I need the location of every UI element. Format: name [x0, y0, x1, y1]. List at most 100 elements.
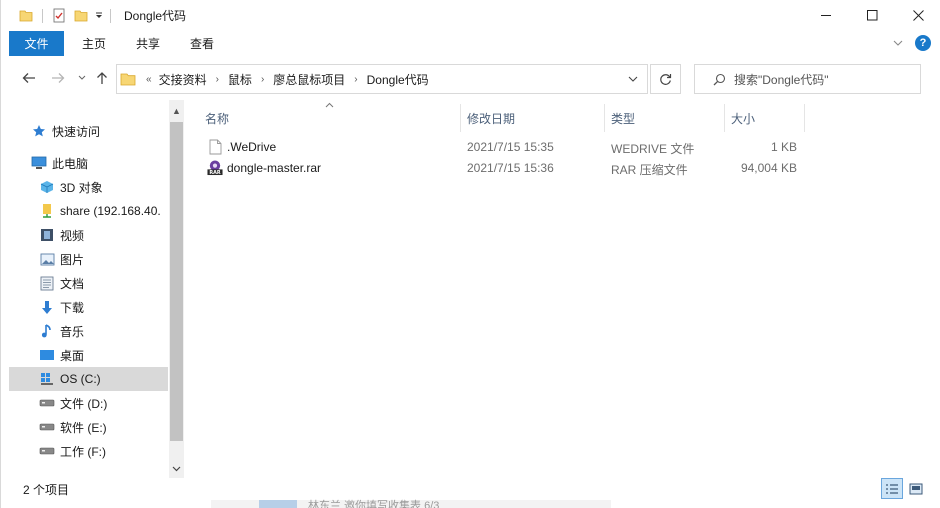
up-arrow-icon [97, 72, 107, 84]
folder-icon [17, 7, 35, 25]
svg-text:RAR: RAR [209, 170, 221, 176]
breadcrumb-item[interactable]: 鼠标 [225, 71, 255, 88]
nav-label: 工作 (F:) [60, 444, 106, 459]
column-header-date[interactable]: 修改日期 [461, 106, 515, 130]
nav-label: 快速访问 [52, 124, 101, 139]
drive-icon [39, 395, 55, 411]
column-header-name[interactable]: 名称 [199, 106, 229, 130]
star-icon [31, 123, 47, 139]
tab-file[interactable]: 文件 [9, 31, 64, 56]
breadcrumb-overflow[interactable]: « [142, 74, 156, 85]
maximize-button[interactable] [849, 0, 895, 31]
nav-label: 文档 [60, 276, 85, 291]
nav-item-quick-access[interactable]: 快速访问 [31, 119, 190, 143]
tab-share[interactable]: 共享 [121, 31, 175, 56]
back-button[interactable] [20, 69, 38, 87]
large-icons-view-icon [909, 483, 923, 494]
new-folder-icon[interactable] [72, 7, 90, 25]
minimize-button[interactable] [803, 0, 849, 31]
breadcrumb-current[interactable]: Dongle代码 [364, 71, 432, 88]
drive-icon [39, 419, 55, 435]
nav-item-music[interactable]: 音乐 [9, 319, 168, 343]
nav-item-pictures[interactable]: 图片 [9, 247, 168, 271]
nav-item-network-share[interactable]: share (192.168.40. [9, 199, 168, 223]
expand-ribbon-chevron-icon[interactable] [893, 36, 903, 50]
tab-view[interactable]: 查看 [175, 31, 229, 56]
forward-button[interactable] [49, 69, 67, 87]
breadcrumb-item[interactable]: 交接资料 [156, 71, 210, 88]
address-history-button[interactable] [619, 65, 647, 93]
nav-label: 音乐 [60, 324, 85, 339]
chevron-right-icon[interactable]: › [348, 74, 363, 85]
nav-scrollbar[interactable]: ▲ [169, 100, 184, 478]
cube-icon [39, 179, 55, 195]
navigation-bar: « 交接资料 › 鼠标 › 廖总鼠标项目 › Dongle代码 搜索"Dongl… [1, 56, 940, 100]
nav-item-3d-objects[interactable]: 3D 对象 [9, 175, 168, 199]
nav-label: 文件 (D:) [60, 396, 108, 411]
ribbon-tabs: 文件 主页 共享 查看 ? [1, 31, 940, 56]
document-icon [39, 275, 55, 291]
desktop-icon [39, 347, 55, 363]
taskbar-app-thumbnail[interactable] [259, 500, 297, 508]
file-size: 94,004 KB [740, 161, 797, 175]
navigation-pane: 快速访问 此电脑 3D 对象 share (192.168.40. 视频 图片 … [1, 100, 187, 478]
nav-item-drive-e[interactable]: 软件 (E:) [9, 415, 168, 439]
details-view-icon [886, 483, 898, 494]
nav-item-videos[interactable]: 视频 [9, 223, 168, 247]
nav-label: 此电脑 [52, 156, 89, 171]
breadcrumb-item[interactable]: 廖总鼠标项目 [270, 71, 348, 88]
nav-label: 软件 (E:) [60, 420, 107, 435]
close-button[interactable] [895, 0, 940, 31]
nav-item-downloads[interactable]: 下载 [9, 295, 168, 319]
sort-ascending-icon [325, 100, 334, 111]
chevron-down-icon [628, 76, 638, 82]
nav-item-os-c[interactable]: OS (C:) [9, 367, 168, 391]
nav-item-desktop[interactable]: 桌面 [9, 343, 168, 367]
column-header-size[interactable]: 大小 [725, 106, 755, 130]
file-name: .WeDrive [227, 139, 277, 154]
nav-item-drive-f[interactable]: 工作 (F:) [9, 439, 168, 463]
chevron-right-icon[interactable]: › [210, 74, 225, 85]
search-icon [713, 73, 726, 86]
video-icon [39, 227, 55, 243]
recent-locations-button[interactable] [73, 69, 91, 87]
help-icon[interactable]: ? [915, 35, 931, 51]
column-header-type[interactable]: 类型 [605, 106, 635, 130]
network-drive-icon [39, 203, 55, 219]
tab-home[interactable]: 主页 [67, 31, 121, 56]
file-name: dongle-master.rar [227, 160, 322, 175]
scroll-up-icon[interactable]: ▲ [169, 103, 184, 118]
nav-item-this-pc[interactable]: 此电脑 [31, 151, 190, 175]
column-divider[interactable] [804, 104, 805, 132]
properties-icon[interactable] [50, 7, 68, 25]
scrollbar-thumb[interactable] [170, 122, 183, 441]
notification-preview: 林东兰 邀你填写收集表 6/3 [308, 500, 440, 508]
search-box[interactable]: 搜索"Dongle代码" [694, 64, 921, 94]
address-bar[interactable]: « 交接资料 › 鼠标 › 廖总鼠标项目 › Dongle代码 [116, 64, 648, 94]
chevron-right-icon[interactable]: › [255, 74, 270, 85]
music-icon [39, 323, 55, 339]
file-size: 1 KB [770, 140, 797, 154]
quick-access-toolbar [17, 0, 118, 31]
computer-icon [31, 155, 47, 171]
maximize-icon [866, 10, 877, 21]
up-button[interactable] [93, 69, 111, 87]
table-row[interactable]: .WeDrive 2021/7/15 15:35 WEDRIVE 文件 1 KB [203, 137, 803, 158]
customize-toolbar-chevron-icon[interactable] [90, 7, 108, 25]
scroll-down-icon[interactable] [169, 461, 184, 476]
os-drive-icon [39, 371, 55, 387]
nav-item-drive-d[interactable]: 文件 (D:) [9, 391, 168, 415]
large-icons-view-button[interactable] [905, 478, 927, 499]
refresh-icon [660, 73, 672, 85]
nav-item-documents[interactable]: 文档 [9, 271, 168, 295]
nav-label: OS (C:) [60, 372, 101, 386]
status-bar: 2 个项目 [1, 478, 940, 500]
download-icon [39, 299, 55, 315]
window-title: Dongle代码 [124, 9, 187, 23]
file-date: 2021/7/15 15:36 [467, 161, 554, 175]
details-view-button[interactable] [881, 478, 903, 499]
refresh-button[interactable] [650, 64, 681, 94]
file-type: WEDRIVE 文件 [611, 142, 695, 156]
table-row[interactable]: RAR dongle-master.rar 2021/7/15 15:36 RA… [203, 158, 803, 179]
nav-label: 下载 [60, 300, 85, 315]
